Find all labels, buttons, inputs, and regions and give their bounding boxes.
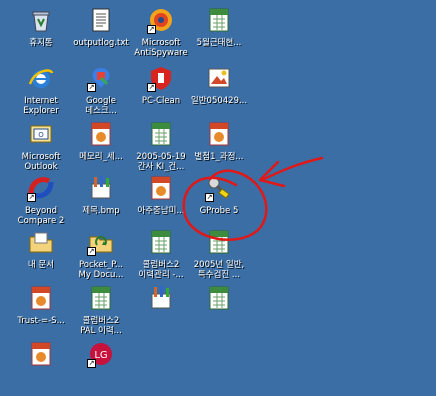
- desktop-icon-label: 일반050429...: [190, 96, 248, 106]
- my-documents-icon: [25, 226, 57, 258]
- gprobe-icon: ↗: [203, 172, 235, 204]
- paint-bitmap-icon: [85, 172, 117, 204]
- excel-file-icon: [203, 282, 235, 314]
- outlook-icon: O: [25, 118, 57, 150]
- desktop-icon-label: 휴지통: [29, 38, 53, 48]
- image-file-icon: [203, 62, 235, 94]
- desktop-icon-label: Beyond Compare 2: [17, 206, 65, 226]
- shortcut-arrow-icon: ↗: [147, 83, 156, 92]
- svg-text:O: O: [38, 131, 44, 139]
- recycle-bin-icon: [25, 4, 57, 36]
- desktop-icon-label: 제목.bmp: [82, 206, 120, 216]
- internet-explorer-icon: [25, 62, 57, 94]
- shortcut-arrow-icon: ↗: [27, 193, 36, 202]
- desktop-icon-label: 2005-05-19 간사 KI_건...: [136, 152, 186, 172]
- desktop-icon-label: Internet Explorer: [23, 96, 59, 116]
- desktop-icon-label: 2005년 일반, 특수검진 ...: [193, 260, 245, 280]
- shortcut-arrow-icon: ↗: [87, 83, 96, 92]
- shortcut-arrow-icon: ↗: [205, 193, 214, 202]
- google-desktop-icon: ↗: [85, 62, 117, 94]
- powerpoint-file-icon: [85, 118, 117, 150]
- desktop-icon-label: 콜럼버스2 PAL 이력...: [80, 316, 122, 336]
- desktop: 휴지통 outputlog.txt ↗ Microsoft AntiSpyware 5월…: [0, 0, 436, 387]
- powerpoint-file-icon: [25, 282, 57, 314]
- powerpoint-file-icon: [145, 172, 177, 204]
- powerpoint-file-icon: [203, 118, 235, 150]
- desktop-icon-lg-logo-icon[interactable]: LG ↗: [65, 338, 137, 396]
- desktop-icon-label: 내 문서: [27, 260, 55, 270]
- lg-logo-icon: LG ↗: [85, 338, 117, 370]
- excel-file-icon: [85, 282, 117, 314]
- desktop-icon-label: 5월근태현...: [196, 38, 242, 48]
- antispyware-icon: ↗: [145, 4, 177, 36]
- desktop-icon-label: PC-Clean: [141, 96, 181, 106]
- desktop-icon-label: 메모리_세...: [79, 152, 123, 162]
- pocket-pc-folder-icon: ↗: [85, 226, 117, 258]
- desktop-icon-excel-file-icon[interactable]: 2005년 일반, 특수검진 ...: [183, 226, 255, 284]
- desktop-icon-label: 별첨1_과정...: [194, 152, 244, 162]
- desktop-icon-label: Google 데스크...: [85, 96, 117, 116]
- excel-file-icon: [203, 4, 235, 36]
- excel-file-icon: [145, 226, 177, 258]
- desktop-icon-excel-file-icon[interactable]: 5월근태현...: [183, 4, 255, 62]
- text-file-icon: [85, 4, 117, 36]
- desktop-icon-label: Microsoft Outlook: [21, 152, 61, 172]
- desktop-icon-gprobe-icon[interactable]: ↗ GProbe 5: [183, 172, 255, 230]
- desktop-icon-image-file-icon[interactable]: 일반050429...: [183, 62, 255, 120]
- desktop-icon-label: Pocket_P... My Docu...: [78, 260, 124, 280]
- desktop-icon-label: GProbe 5: [199, 206, 239, 216]
- beyond-compare-icon: ↗: [25, 172, 57, 204]
- desktop-icon-label: Trust-=-S...: [17, 316, 65, 326]
- paint-bitmap-icon: [145, 282, 177, 314]
- shortcut-arrow-icon: ↗: [87, 247, 96, 256]
- desktop-icon-excel-file-icon[interactable]: [183, 282, 255, 340]
- shortcut-arrow-icon: ↗: [87, 359, 96, 368]
- desktop-icon-label: 콜럼버스2 이력관리 -...: [138, 260, 184, 280]
- shortcut-arrow-icon: ↗: [147, 25, 156, 34]
- excel-file-icon: [203, 226, 235, 258]
- desktop-icon-powerpoint-file-icon[interactable]: 별첨1_과정...: [183, 118, 255, 176]
- powerpoint-file-icon: [25, 338, 57, 370]
- desktop-icon-label: outputlog.txt: [73, 38, 129, 48]
- svg-text:LG: LG: [94, 350, 107, 361]
- desktop-icon-label: Microsoft AntiSpyware: [134, 38, 188, 58]
- pc-clean-icon: ↗: [145, 62, 177, 94]
- desktop-icon-label: 아주중남미...: [137, 206, 185, 216]
- excel-file-icon: [145, 118, 177, 150]
